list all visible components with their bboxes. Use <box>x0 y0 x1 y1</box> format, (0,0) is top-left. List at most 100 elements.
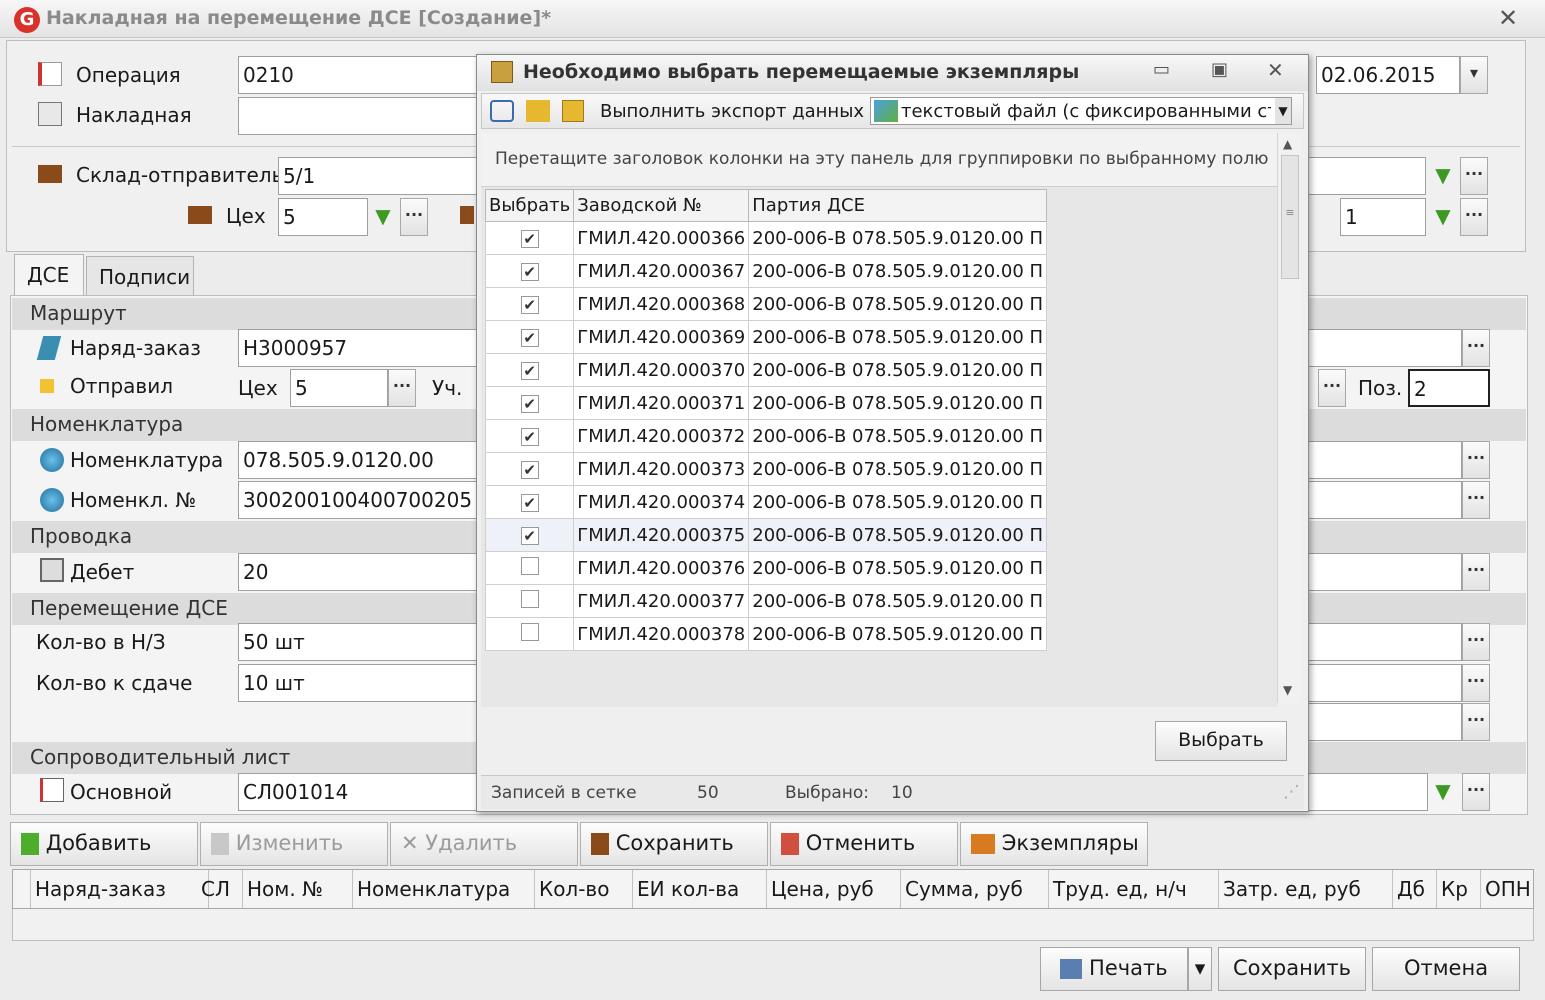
debit-field-tail[interactable] <box>1308 553 1462 591</box>
grid-col-kr[interactable]: Кр <box>1437 870 1481 908</box>
row-checkbox[interactable]: ✔ <box>520 460 539 479</box>
instance-row[interactable]: ГМИЛ.420.000376 200-006-В 078.505.9.0120.… <box>484 551 1048 585</box>
instance-row[interactable]: ✔ ГМИЛ.420.000373 200-006-В 078.505.9.0120… <box>484 452 1048 486</box>
date-field[interactable]: 02.06.2015 <box>1316 56 1460 94</box>
dialog-close-icon[interactable]: ✕ <box>1267 58 1284 82</box>
delete-button[interactable]: ✕ Удалить <box>390 822 578 866</box>
tab-signatures[interactable]: Подписи <box>86 256 194 296</box>
row-checkbox[interactable]: ✔ <box>520 361 539 380</box>
nom-browse-button[interactable]: ··· <box>1462 441 1490 479</box>
cancel-button[interactable]: Отмена <box>1372 947 1520 991</box>
minimize-icon[interactable]: ▭ <box>1153 59 1170 80</box>
row-checkbox-cell[interactable]: ✔ <box>484 518 575 552</box>
row-checkbox[interactable]: ✔ <box>520 229 539 248</box>
row-checkbox[interactable]: ✔ <box>520 262 539 281</box>
row-checkbox[interactable]: ✔ <box>520 295 539 314</box>
scroll-thumb[interactable]: ≡ <box>1281 155 1299 279</box>
sent-section-browse-button[interactable]: ··· <box>1318 369 1346 407</box>
shop-field[interactable]: 5 <box>278 198 368 236</box>
instance-row[interactable]: ✔ ГМИЛ.420.000366 200-006-В 078.505.9.0120… <box>484 221 1048 255</box>
row-checkbox-cell[interactable]: ✔ <box>484 320 575 354</box>
nom-field[interactable]: 078.505.9.0120.00 <box>238 441 478 479</box>
select-button[interactable]: Выбрать <box>1155 721 1287 761</box>
grid-col-sum[interactable]: Сумма, руб <box>901 870 1049 908</box>
order-browse-button[interactable]: ··· <box>1462 329 1490 367</box>
instance-row[interactable]: ✔ ГМИЛ.420.000369 200-006-В 078.505.9.0120… <box>484 320 1048 354</box>
qty-deliver-field[interactable]: 10 шт <box>238 664 478 702</box>
nom-no-field[interactable]: 300200100400700205 <box>238 481 478 519</box>
scroll-up-icon[interactable]: ▲ <box>1283 137 1292 151</box>
instance-row[interactable]: ✔ ГМИЛ.420.000372 200-006-В 078.505.9.0120… <box>484 419 1048 453</box>
save-button[interactable]: Сохранить <box>1218 947 1366 991</box>
row-checkbox-cell[interactable]: ✔ <box>484 221 575 255</box>
shop-filter-icon[interactable]: ▼ <box>368 198 398 236</box>
instance-row[interactable]: ✔ ГМИЛ.420.000368 200-006-В 078.505.9.0120… <box>484 287 1048 321</box>
grid-col-order[interactable]: Наряд-заказ <box>31 870 209 908</box>
row-checkbox[interactable]: ✔ <box>520 427 539 446</box>
expand-icon[interactable] <box>526 100 550 122</box>
row-checkbox-cell[interactable]: ✔ <box>484 254 575 288</box>
grid-col-nom-no[interactable]: Ном. № <box>243 870 353 908</box>
grid-col-price[interactable]: Цена, руб <box>767 870 901 908</box>
right-filter-icon[interactable]: ▼ <box>1428 198 1458 236</box>
instance-row[interactable]: ✔ ГМИЛ.420.000371 200-006-В 078.505.9.0120… <box>484 386 1048 420</box>
extra-browse-button[interactable]: ··· <box>1462 703 1490 741</box>
row-checkbox-cell[interactable]: ✔ <box>484 419 575 453</box>
row-checkbox-cell[interactable]: ✔ <box>484 452 575 486</box>
row-checkbox-cell[interactable]: ✔ <box>484 287 575 321</box>
qty-order-field-tail[interactable] <box>1308 623 1462 661</box>
export-format-dropdown-icon[interactable]: ▼ <box>1275 98 1291 124</box>
invoice-field[interactable] <box>238 97 478 135</box>
main-field-tail[interactable] <box>1308 773 1428 811</box>
export-format-select[interactable]: текстовый файл (с фиксированными столбц … <box>870 97 1292 125</box>
instance-row[interactable]: ✔ ГМИЛ.420.000367 200-006-В 078.505.9.0120… <box>484 254 1048 288</box>
qty-order-browse-button[interactable]: ··· <box>1462 623 1490 661</box>
instance-row[interactable]: ГМИЛ.420.000377 200-006-В 078.505.9.0120.… <box>484 584 1048 618</box>
window-close-icon[interactable]: ✕ <box>1498 4 1518 32</box>
col-select[interactable]: Выбрать <box>484 189 575 222</box>
row-checkbox[interactable] <box>520 556 539 575</box>
grid-col-sl[interactable]: СЛ <box>197 870 243 908</box>
instances-button[interactable]: Экземпляры <box>960 822 1148 866</box>
resize-grip-icon[interactable]: ⋰ <box>1283 782 1300 802</box>
nom-no-field-tail[interactable] <box>1308 481 1462 519</box>
cancel-toolbar-button[interactable]: Отменить <box>770 822 958 866</box>
instance-row[interactable]: ГМИЛ.420.000378 200-006-В 078.505.9.0120.… <box>484 617 1048 651</box>
qty-order-field[interactable]: 50 шт <box>238 623 478 661</box>
row-checkbox[interactable]: ✔ <box>520 394 539 413</box>
debit-field[interactable]: 20 <box>238 553 478 591</box>
grid-col-db[interactable]: Дб <box>1393 870 1437 908</box>
grid-col-qty[interactable]: Кол-во <box>535 870 633 908</box>
col-serial[interactable]: Заводской № <box>573 189 750 222</box>
sent-shop-browse-button[interactable]: ··· <box>388 369 416 407</box>
grid-col-unit[interactable]: ЕИ кол-ва <box>633 870 767 908</box>
group-by-panel[interactable]: Перетащите заголовок колонки на эту пане… <box>481 133 1277 187</box>
print-button[interactable]: Печать <box>1040 947 1188 991</box>
main-browse-button[interactable]: ··· <box>1462 773 1490 811</box>
maximize-icon[interactable]: ▣ <box>1211 59 1228 80</box>
instance-row[interactable]: ✔ ГМИЛ.420.000370 200-006-В 078.505.9.0120… <box>484 353 1048 387</box>
row-checkbox[interactable] <box>520 589 539 608</box>
sender-filter-icon[interactable]: ▼ <box>1428 157 1458 195</box>
row-checkbox[interactable]: ✔ <box>520 526 539 545</box>
right-browse-button[interactable]: ··· <box>1460 198 1488 236</box>
right-field[interactable]: 1 <box>1340 198 1426 236</box>
extra-field-tail[interactable] <box>1308 703 1462 741</box>
date-dropdown-button[interactable]: ▾ <box>1460 56 1488 94</box>
row-checkbox-cell[interactable] <box>484 551 575 585</box>
grid-col-labor[interactable]: Труд. ед, н/ч <box>1049 870 1219 908</box>
main-grid-body[interactable] <box>12 909 1534 941</box>
main-field[interactable]: СЛ001014 <box>238 773 478 811</box>
edit-button[interactable]: Изменить <box>200 822 388 866</box>
sent-shop-field[interactable]: 5 <box>290 369 388 407</box>
row-checkbox-cell[interactable]: ✔ <box>484 386 575 420</box>
qty-deliver-field-tail[interactable] <box>1308 664 1462 702</box>
sender-field[interactable]: 5/1 <box>278 157 478 195</box>
operation-field[interactable]: 0210 <box>238 56 478 94</box>
main-filter-icon[interactable]: ▼ <box>1428 773 1458 811</box>
row-checkbox-cell[interactable]: ✔ <box>484 485 575 519</box>
scroll-down-icon[interactable]: ▼ <box>1283 683 1292 697</box>
shop-browse-button[interactable]: ··· <box>400 198 428 236</box>
row-checkbox-cell[interactable] <box>484 584 575 618</box>
tab-dse[interactable]: ДСЕ <box>14 254 84 296</box>
